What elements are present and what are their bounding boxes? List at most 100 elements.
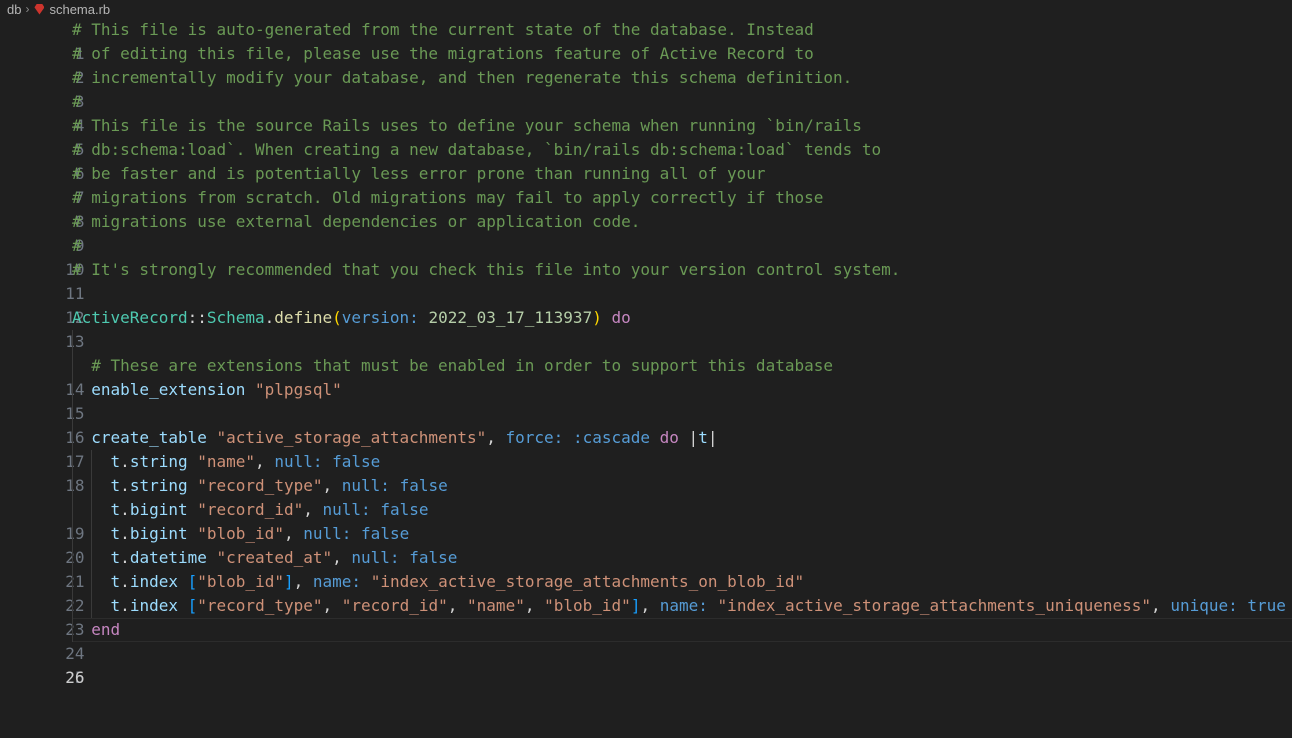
code-keyword: do [659,428,679,447]
code-line: 25 t.index ["record_type", "record_id", … [0,594,1292,687]
code-bracket: [ [187,572,198,591]
code-punctuation: , [524,596,535,615]
code-string: "name" [467,596,525,615]
code-operator: . [120,476,130,495]
code-constant: ActiveRecord [72,308,188,327]
code-punctuation: , [293,572,304,591]
code-line: 23 t.datetime "created_at", null: false [0,546,1292,639]
code-comment: # migrations from scratch. Old migration… [72,188,824,207]
code-bracket: ( [332,308,342,327]
code-punctuation: , [332,548,342,567]
code-operator: . [120,572,130,591]
code-comment: # be faster and is potentially less erro… [72,164,766,183]
code-method: create_table [91,428,207,447]
ruby-file-icon [34,3,45,15]
code-operator: . [120,596,130,615]
code-variable: t [110,476,121,495]
code-method: index [129,572,178,591]
breadcrumb: db › schema.rb [0,0,1292,18]
code-string: "blob_id" [197,572,284,591]
indent-guide [72,402,73,426]
code-bracket: ] [283,572,294,591]
code-key: name: [659,596,708,615]
code-key: null: [274,452,323,471]
code-operator: . [264,308,275,327]
code-line: 14 [0,330,1292,399]
code-comment: # This file is auto-generated from the c… [72,20,814,39]
code-line: 13 ActiveRecord::Schema.define(version: … [0,306,1292,351]
code-line: 18 create_table "active_storage_attachme… [0,426,1292,495]
code-comment: # incrementally modify your database, an… [72,68,853,87]
code-line: 21 t.bigint "record_id", null: false [0,498,1292,591]
code-key: null: [341,476,390,495]
code-line: 6 # db:schema:load`. When creating a new… [0,138,1292,183]
code-variable: t [110,524,121,543]
code-string: "record_type" [197,476,323,495]
code-bracket: [ [187,596,198,615]
code-string: "name" [197,452,256,471]
code-method: index [129,596,178,615]
indent-guide [72,330,73,354]
code-key: null: [303,524,352,543]
code-line: 4 # [0,90,1292,135]
code-comment: # of editing this file, please use the m… [72,44,814,63]
breadcrumb-folder[interactable]: db [7,2,21,17]
code-string: "created_at" [216,548,333,567]
code-punctuation: , [322,596,333,615]
code-variable: t [698,428,708,447]
code-method: enable_extension [91,380,246,399]
code-punctuation: | [707,428,718,447]
code-variable: t [110,500,121,519]
code-bracket: ) [592,308,602,327]
code-comment: # [72,236,82,255]
code-line: 12 [0,282,1292,327]
code-variable: t [110,572,121,591]
code-boolean: false [380,500,429,519]
code-line: 17 [0,402,1292,471]
code-key: unique: [1170,596,1238,615]
code-line: 2 # of editing this file, please use the… [0,42,1292,87]
code-method: string [129,476,188,495]
code-punctuation: , [322,476,333,495]
code-key: null: [322,500,371,519]
code-variable: t [110,452,121,471]
code-comment: # These are extensions that must be enab… [91,356,833,375]
code-bracket: ] [630,596,641,615]
chevron-right-icon: › [25,2,30,16]
code-punctuation: , [283,524,294,543]
code-number: 2022_03_17_113937 [428,308,593,327]
code-variable: t [110,548,121,567]
code-line-current: 26 end [0,618,1292,687]
code-line: 22 t.bigint "blob_id", null: false [0,522,1292,615]
code-line: 1 # This file is auto-generated from the… [0,18,1292,63]
code-method: datetime [129,548,207,567]
code-line: 8 # migrations from scratch. Old migrati… [0,186,1292,231]
code-line: 11 # It's strongly recommended that you … [0,258,1292,303]
code-string: "active_storage_attachments" [216,428,487,447]
code-operator: . [120,524,130,543]
breadcrumb-file[interactable]: schema.rb [49,2,110,17]
code-symbol: :cascade [572,428,650,447]
code-string: "record_type" [197,596,323,615]
code-key: force: [505,428,564,447]
code-string: "blob_id" [197,524,284,543]
code-string: "index_active_storage_attachments_on_blo… [370,572,805,591]
code-punctuation: , [486,428,496,447]
code-method: string [129,452,188,471]
code-string: "index_active_storage_attachments_unique… [717,596,1152,615]
code-method: bigint [129,500,188,519]
code-constant: Schema [206,308,265,327]
code-comment: # It's strongly recommended that you che… [72,260,901,279]
code-line: 19 t.string "name", null: false [0,450,1292,543]
code-string: "record_id" [197,500,304,519]
line-number: 24 [65,644,85,663]
code-editor[interactable]: 1 # This file is auto-generated from the… [0,18,1292,687]
code-line: 16 enable_extension "plpgsql" [0,378,1292,447]
code-line: 24 t.index ["blob_id"], name: "index_act… [0,570,1292,663]
code-key: name: [312,572,362,591]
code-operator: :: [187,308,207,327]
code-string: "record_id" [341,596,448,615]
code-variable: t [110,596,121,615]
code-line: 10 # [0,234,1292,279]
code-keyword: do [611,308,631,327]
